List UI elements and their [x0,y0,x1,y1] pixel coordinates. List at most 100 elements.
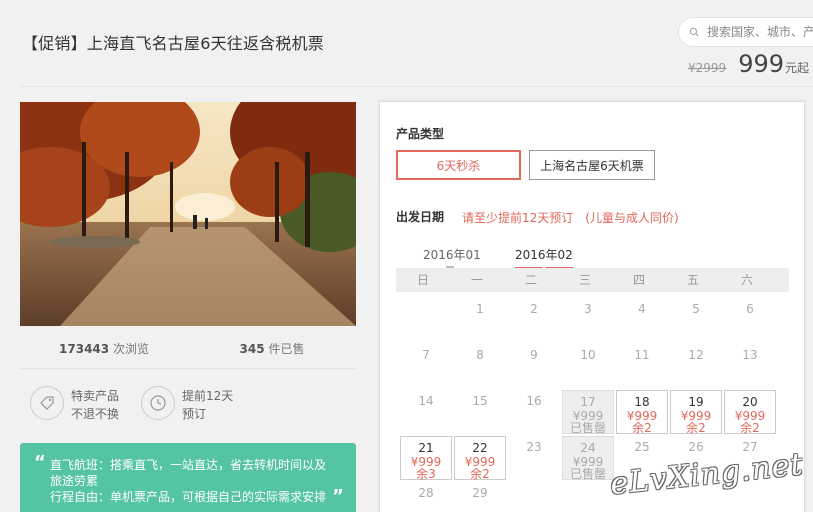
calendar-day-17: 17 ¥999 已售罄 [562,390,614,434]
feature-line2: 预订 [182,407,207,421]
calendar-day-22[interactable]: 22 ¥999 余2 [454,436,506,480]
search-icon[interactable] [689,24,699,40]
search-input[interactable] [707,25,813,39]
day-status: 已售罄 [569,421,606,435]
promo-line2: 旅途劳累 [50,474,99,488]
feature-special-sale: 特卖产品 不退不换 [30,386,120,423]
day-number: 23 [526,440,542,454]
day-number: 19 [688,395,704,409]
calendar-day-20[interactable]: 20 ¥999 余2 [724,390,776,434]
day-number: 5 [692,302,700,316]
sold-count: 345 [239,342,265,356]
calendar-day-10: 10 [562,344,614,388]
weekday-fri: 五 [686,273,699,287]
product-stats: 173443 次浏览 345 件已售 [20,340,356,357]
option-shanghai-nagoya-6day[interactable]: 上海名古屋6天机票 [529,150,655,180]
views-count: 173443 [59,342,110,356]
calendar-day-5: 5 [670,298,722,342]
weekday-header: 日 一 二 三 四 五 六 [396,268,789,292]
open-quote: “ [34,452,46,473]
header-divider [20,86,813,87]
calendar-day-18[interactable]: 18 ¥999 余2 [616,390,668,434]
weekday-mon: 一 [470,273,483,287]
day-number: 8 [476,348,484,362]
feature-advance-booking: 提前12天 预订 [141,386,234,423]
option-6day-flash-sale[interactable]: 6天秒杀 [396,150,521,180]
weekday-sun: 日 [416,273,429,287]
calendar-day-12: 12 [670,344,722,388]
sold-stat: 345 件已售 [188,340,356,357]
calendar-day-1: 1 [454,298,506,342]
day-number: 2 [530,302,538,316]
month-tab-2016-02[interactable]: 2016年02 [515,246,573,269]
page-title: 【促销】上海直飞名古屋6天往返含税机票 [22,34,324,53]
calendar-day-3: 3 [562,298,614,342]
day-number: 25 [634,440,650,454]
calendar-day-29: 29 [454,482,506,512]
day-status: 余3 [416,467,436,481]
calendar-day-16: 16 [508,390,560,434]
search-box[interactable] [678,17,813,47]
feature-line2: 不退不换 [71,407,120,421]
calendar-day-13: 13 [724,344,776,388]
departure-date-label: 出发日期 [396,210,445,224]
clock-icon [141,386,175,420]
day-number: 3 [584,302,592,316]
calendar-day-24: 24 ¥999 已售罄 [562,436,614,480]
day-number: 4 [638,302,646,316]
tag-icon [30,386,64,420]
views-label: 次浏览 [112,342,149,356]
day-number: 13 [742,348,758,362]
day-number: 12 [688,348,704,362]
stats-divider [20,368,356,369]
day-number: 1 [476,302,484,316]
calendar-day-2: 2 [508,298,560,342]
current-price: 999 [738,50,784,78]
price-suffix: 元起 [785,61,810,75]
day-number: 29 [472,486,488,500]
feature-line1: 提前12天 [182,389,234,403]
calendar-day-6: 6 [724,298,776,342]
day-number: 9 [530,348,538,362]
weekday-tue: 二 [524,273,537,287]
calendar-day-23: 23 [508,436,560,480]
product-photo [20,102,356,326]
calendar-day-9: 9 [508,344,560,388]
day-number: 22 [472,441,488,455]
day-number: 15 [472,394,488,408]
original-price: ¥2999 [688,61,727,75]
day-status: 已售罄 [569,467,606,481]
weekday-sat: 六 [740,273,753,287]
calendar-day-14: 14 [400,390,452,434]
promo-line3: 行程自由：单机票产品，可根据自己的实际需求安排 [50,490,327,504]
day-status: 余2 [686,421,706,435]
calendar-day-7: 7 [400,344,452,388]
calendar-day-15: 15 [454,390,506,434]
day-status: 余2 [740,421,760,435]
day-number: 10 [580,348,596,362]
page: 【促销】上海直飞名古屋6天往返含税机票 ¥2999 999 元起 [0,0,813,512]
day-number: 24 [580,441,596,455]
booking-panel: 产品类型 6天秒杀 上海名古屋6天机票 出发日期 请至少提前12天预订 (儿童与… [379,101,805,512]
weekday-wed: 三 [578,273,591,287]
day-number: 18 [634,395,650,409]
day-status: 余2 [470,467,490,481]
calendar-day-11: 11 [616,344,668,388]
promo-line1: 直飞航班：搭乘直飞，一站直达，省去转机时间以及 [50,458,327,472]
calendar-day-21[interactable]: 21 ¥999 余3 [400,436,452,480]
close-quote: ” [332,486,344,507]
day-number: 21 [418,441,434,455]
day-number: 14 [418,394,434,408]
booking-note: 请至少提前12天预订 (儿童与成人同价) [462,211,679,225]
promo-box: “ 直飞航班：搭乘直飞，一站直达，省去转机时间以及 旅途劳累 行程自由：单机票产… [20,443,356,512]
calendar-day-8: 8 [454,344,506,388]
day-number: 28 [418,486,434,500]
calendar-day-28: 28 [400,482,452,512]
calendar-day-19[interactable]: 19 ¥999 余2 [670,390,722,434]
day-number: 16 [526,394,542,408]
weekday-thu: 四 [632,273,645,287]
month-tab-2016-01[interactable]: 2016年01 [423,246,481,267]
calendar-day-4: 4 [616,298,668,342]
day-number: 20 [742,395,758,409]
day-status: 余2 [632,421,652,435]
